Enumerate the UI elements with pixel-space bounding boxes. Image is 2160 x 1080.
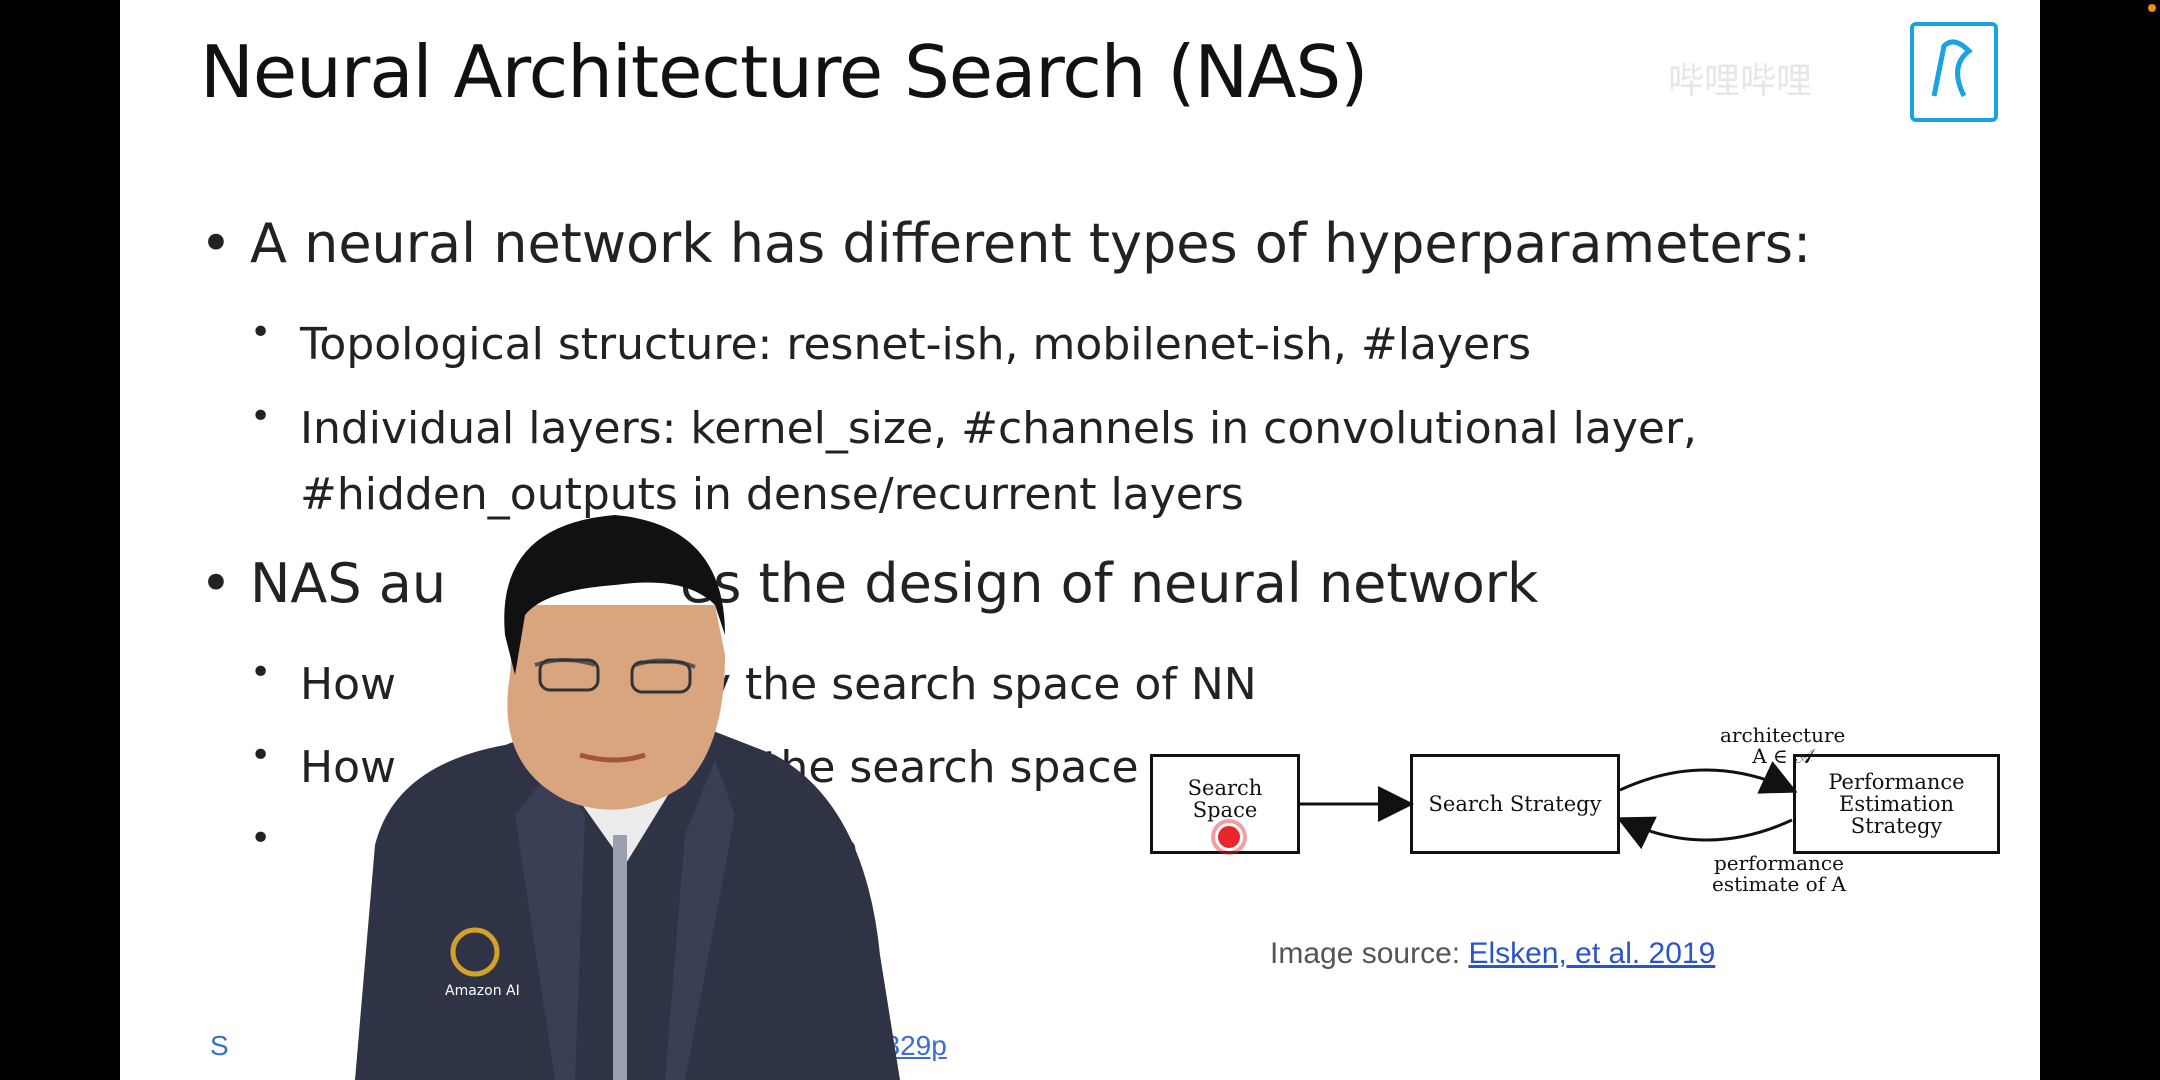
arrow-performance (1616, 816, 1793, 850)
sub-bullet-dot: • (250, 312, 272, 353)
image-source-link[interactable]: Elsken, et al. 2019 (1468, 937, 1715, 970)
status-dot-icon (2148, 4, 2156, 12)
pointer-cursor-icon (1215, 823, 1243, 851)
bullet-1-text: A neural network has different types of … (250, 212, 1812, 275)
architecture-label-line-1: architecture (1720, 723, 1846, 747)
presenter-video: Amazon AI (355, 515, 900, 1080)
bilibili-logo-icon (1910, 22, 1998, 122)
sub-bullet-dot: • (250, 396, 272, 437)
bilibili-watermark: 哔哩哔哩 (1668, 61, 1813, 102)
image-source-prefix: Image source: (1270, 937, 1469, 970)
slide-title: Neural Architecture Search (NAS) (200, 30, 1368, 114)
sub-bullet-dot: • (250, 735, 272, 776)
bullet-dot: • (200, 212, 232, 275)
shirt-logo-text: Amazon AI (445, 983, 520, 999)
arrow-architecture (1619, 761, 1798, 794)
slide: Neural Architecture Search (NAS) 哔哩哔哩 • … (120, 0, 2040, 1080)
sub-bullet-dot: • (250, 652, 272, 693)
architecture-label-line-2: A ∈ 𝒜 (1752, 744, 1814, 768)
bullet-dot: • (200, 552, 232, 615)
performance-label-line-2: estimate of A (1712, 872, 1846, 896)
sub-bullet-dot: • (250, 818, 272, 859)
sub-bullet-1-2-text: Individual layers: kernel_size, #channel… (300, 403, 1698, 454)
performance-label-line-1: performance (1713, 851, 1844, 875)
sub-bullet-1-1-text: Topological structure: resnet-ish, mobil… (300, 319, 1532, 370)
performance-estimate-label: performance estimate of A (1712, 853, 1846, 895)
architecture-label: architecture A ∈ 𝒜 (1720, 725, 1845, 767)
footer-text: S (210, 1030, 229, 1061)
image-source: Image source: Elsken, et al. 2019 (1270, 937, 1715, 971)
diagram-arrows (1300, 761, 1798, 850)
